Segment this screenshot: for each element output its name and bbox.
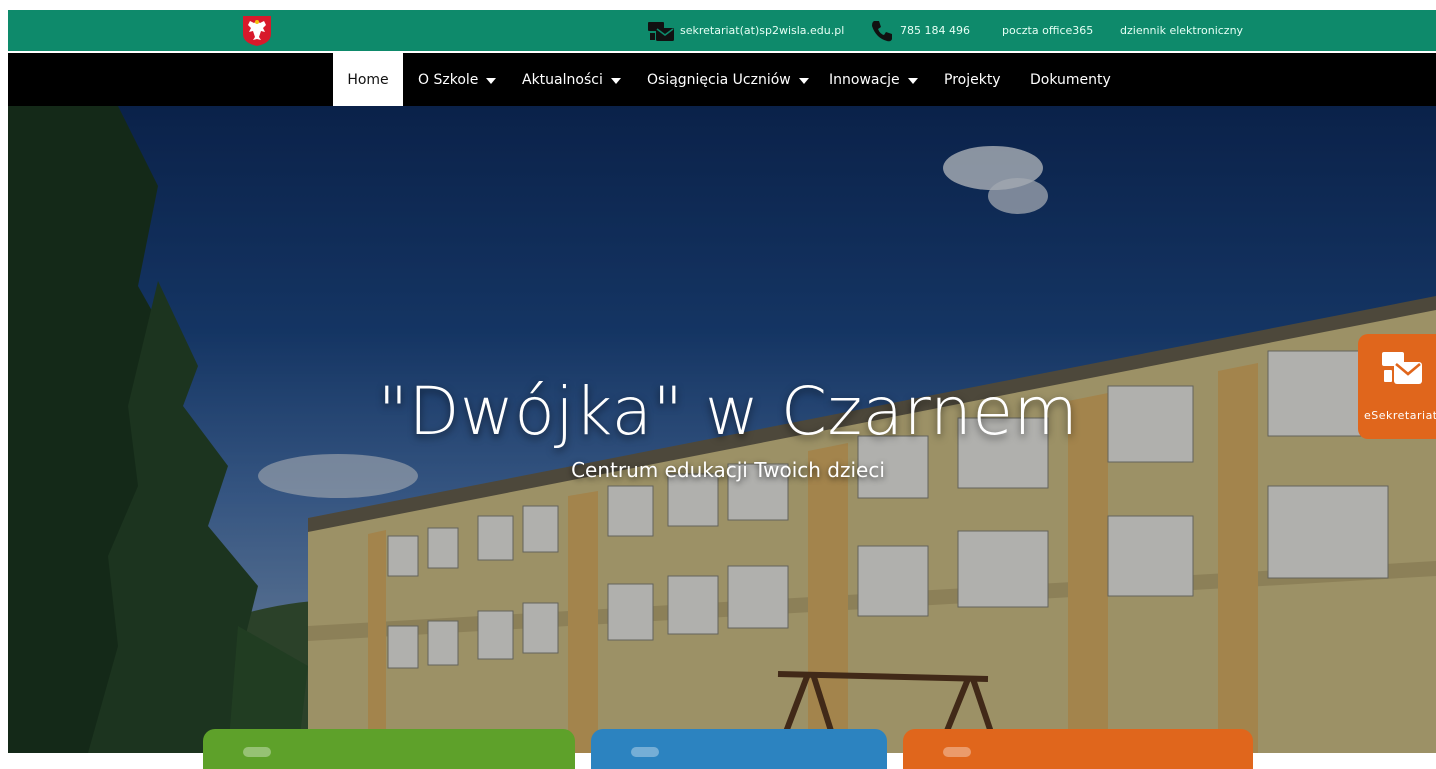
nav-home[interactable]: Home (333, 53, 403, 106)
card-icon (243, 747, 271, 757)
nav-o-szkole-label: O Szkole (418, 71, 479, 88)
office365-mail-label: poczta office365 (1002, 24, 1094, 37)
office365-mail-link[interactable]: poczta office365 (1002, 10, 1093, 51)
main-nav: Home O Szkole Aktualności Osiągnięcia Uc… (8, 53, 1436, 106)
card-icon (943, 747, 971, 757)
hero-title: "Dwójka" w Czarnem (377, 373, 1079, 450)
hero-subtitle: Centrum edukacji Twoich dzieci (571, 458, 885, 482)
phone-link[interactable]: 785 184 496 (870, 10, 970, 51)
nav-projekty-label: Projekty (944, 71, 1001, 88)
nav-projekty[interactable]: Projekty (944, 53, 1001, 106)
page-frame: sekretariat(at)sp2wisla.edu.pl 785 184 4… (8, 10, 1436, 753)
e-diary-link[interactable]: dziennik elektroniczny (1120, 10, 1243, 51)
phone-icon (872, 20, 892, 41)
nav-dokumenty[interactable]: Dokumenty (1030, 53, 1111, 106)
feature-card-green[interactable] (203, 729, 575, 769)
nav-osiagniecia[interactable]: Osiągnięcia Uczniów (647, 53, 809, 106)
feature-card-blue[interactable] (591, 729, 887, 769)
nav-osiagniecia-label: Osiągnięcia Uczniów (647, 71, 791, 88)
nav-innowacje-label: Innowacje (829, 71, 900, 88)
card-icon (631, 747, 659, 757)
nav-dokumenty-label: Dokumenty (1030, 71, 1111, 88)
nav-aktualnosci-label: Aktualności (522, 71, 603, 88)
esekretariat-label: eSekretariat (1364, 409, 1436, 422)
nav-home-label: Home (347, 71, 389, 88)
email-link[interactable]: sekretariat(at)sp2wisla.edu.pl (648, 10, 844, 51)
chevron-down-icon (907, 77, 918, 84)
e-diary-label: dziennik elektroniczny (1120, 24, 1244, 37)
nav-o-szkole[interactable]: O Szkole (418, 53, 497, 106)
chevron-down-icon (486, 77, 497, 84)
polish-eagle-emblem-icon[interactable] (242, 15, 272, 47)
chevron-down-icon (610, 77, 621, 84)
chevron-down-icon (798, 77, 809, 84)
top-contact-bar: sekretariat(at)sp2wisla.edu.pl 785 184 4… (8, 10, 1436, 51)
esekretariat-tab[interactable]: eSekretariat (1358, 334, 1436, 439)
phone-number: 785 184 496 (900, 24, 970, 37)
envelope-icon (648, 21, 674, 41)
email-text: sekretariat(at)sp2wisla.edu.pl (680, 24, 845, 37)
envelope-icon (1382, 352, 1422, 384)
feature-card-orange[interactable] (903, 729, 1253, 769)
nav-innowacje[interactable]: Innowacje (829, 53, 918, 106)
nav-aktualnosci[interactable]: Aktualności (522, 53, 621, 106)
